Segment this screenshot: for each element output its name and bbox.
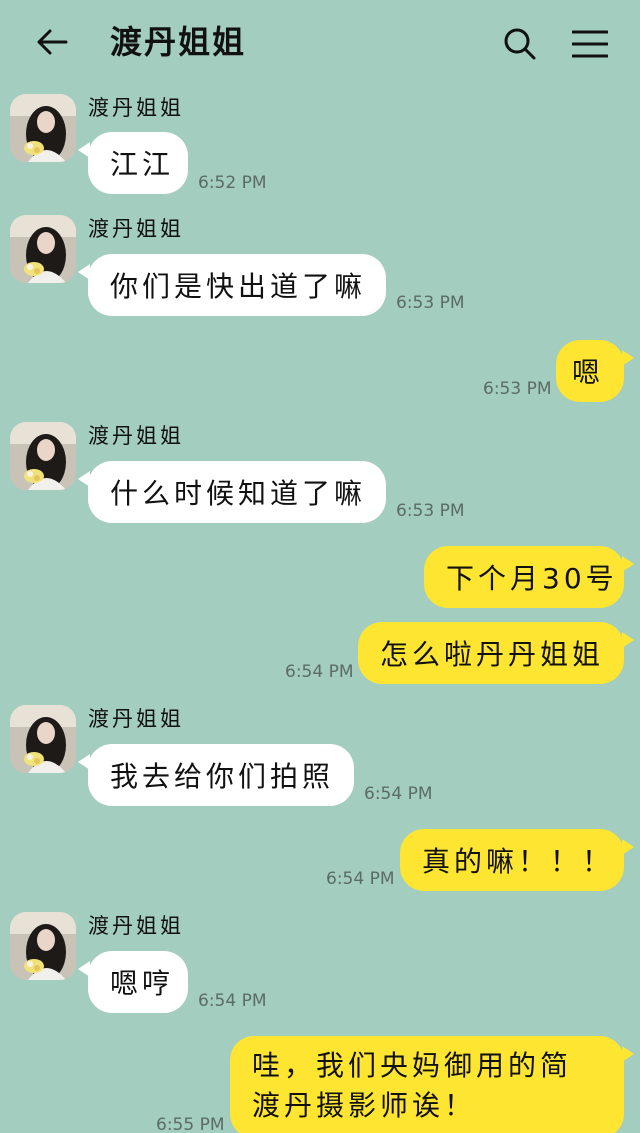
message-bubble-outgoing[interactable]: 真的嘛！！！ [400,829,634,891]
chat-header: 渡丹姐姐 [0,0,640,86]
sender-name: 渡丹姐姐 [88,96,184,120]
message-timestamp: 6:53 PM [483,379,552,399]
message-bubble-incoming[interactable]: 什么时候知道了嘛 [78,461,386,523]
message-bubble-incoming[interactable]: 嗯哼 [78,951,188,1013]
chat-title: 渡丹姐姐 [110,23,247,61]
message-timestamp: 6:52 PM [198,173,267,193]
menu-button[interactable] [568,22,612,66]
sender-name: 渡丹姐姐 [88,424,184,448]
message-bubble-outgoing[interactable]: 嗯 [556,340,634,402]
avatar[interactable] [10,705,76,773]
avatar[interactable] [10,422,76,490]
message-bubble-outgoing[interactable]: 下个月30号 [424,546,634,608]
sender-name: 渡丹姐姐 [88,217,184,241]
message-timestamp: 6:54 PM [364,784,433,804]
message-bubble-incoming[interactable]: 你们是快出道了嘛 [78,254,386,316]
avatar[interactable] [10,215,76,283]
hamburger-menu-icon [572,30,608,58]
avatar[interactable] [10,94,76,162]
search-icon [504,28,536,60]
message-timestamp: 6:53 PM [396,293,465,313]
message-timestamp: 6:53 PM [396,501,465,521]
message-timestamp: 6:54 PM [198,991,267,1011]
message-bubble-incoming[interactable]: 江江 [78,132,188,194]
back-button[interactable] [30,22,74,62]
arrow-left-icon [37,29,68,55]
message-bubble-outgoing[interactable]: 怎么啦丹丹姐姐 [358,622,634,684]
message-bubble-outgoing[interactable]: 哇，我们央妈御用的简渡丹摄影师诶！ [230,1036,634,1133]
sender-name: 渡丹姐姐 [88,707,184,731]
avatar[interactable] [10,912,76,980]
message-timestamp: 6:54 PM [285,662,354,682]
sender-name: 渡丹姐姐 [88,914,184,938]
message-timestamp: 6:55 PM [156,1115,225,1133]
message-bubble-incoming[interactable]: 我去给你们拍照 [78,744,354,806]
message-timestamp: 6:54 PM [326,869,395,889]
search-button[interactable] [498,22,542,66]
